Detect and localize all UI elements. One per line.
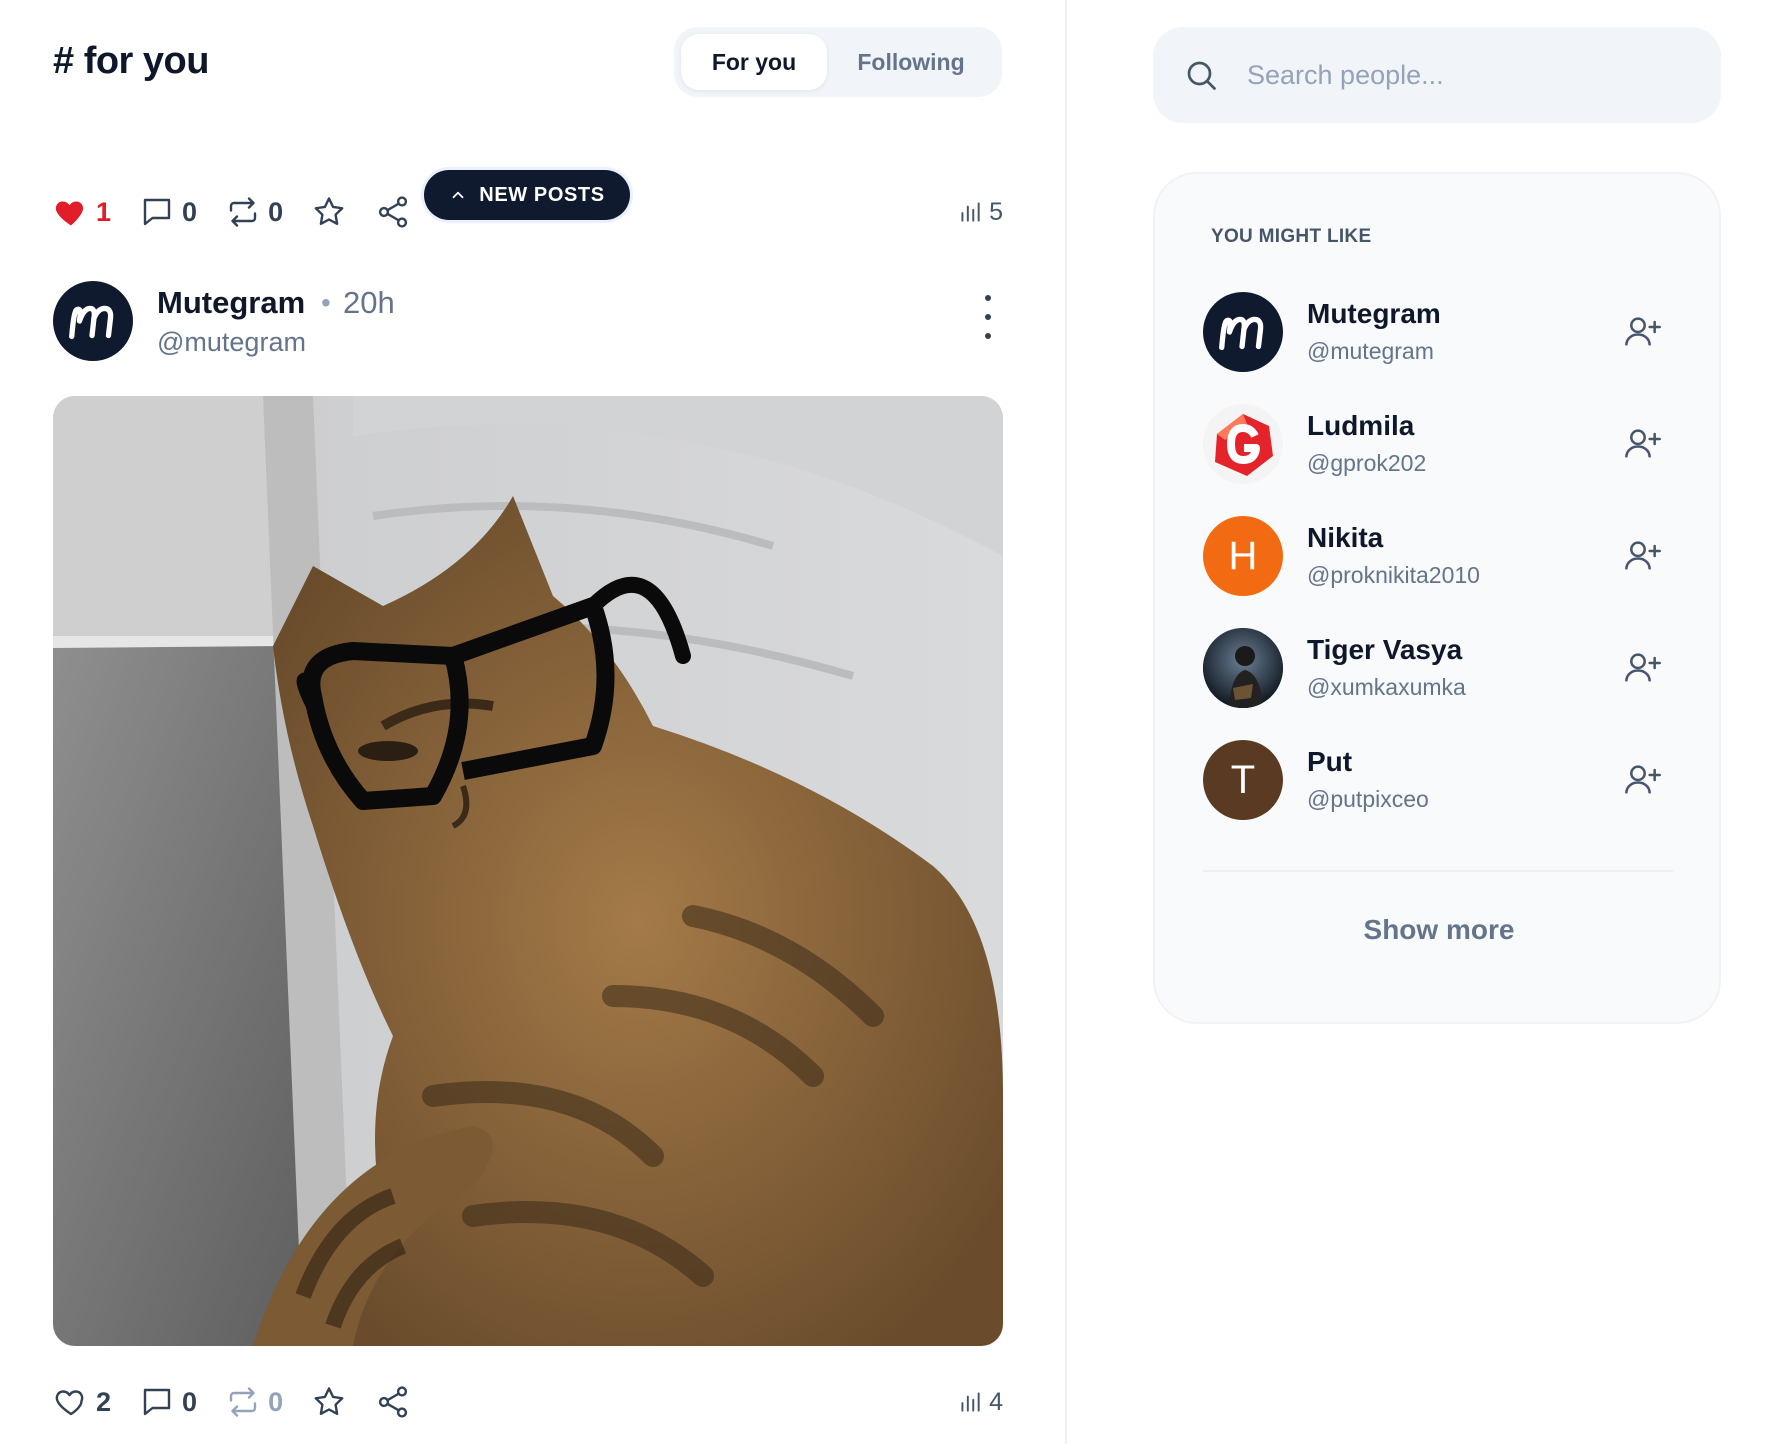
avatar: T xyxy=(1203,740,1283,820)
comment-button[interactable]: 0 xyxy=(139,1384,197,1420)
avatar xyxy=(1203,292,1283,372)
user-plus-icon xyxy=(1625,653,1661,682)
comment-count: 0 xyxy=(182,196,198,227)
follow-button[interactable] xyxy=(1623,424,1663,464)
search-box xyxy=(1153,27,1721,123)
comment-icon xyxy=(143,1388,171,1416)
g-logo-icon xyxy=(1203,404,1283,484)
avatar-letter: T xyxy=(1230,757,1256,802)
post-time: 20h xyxy=(343,285,395,320)
user-plus-icon xyxy=(1625,765,1661,794)
bookmark-button[interactable] xyxy=(311,1384,347,1420)
comment-button[interactable]: 0 xyxy=(139,194,197,230)
mutegram-logo-icon xyxy=(69,305,114,340)
feed-column: # for you For you Following 1 0 0 5 NEW … xyxy=(0,0,1067,1444)
person-name: Nikita xyxy=(1307,522,1384,553)
heart-filled-icon xyxy=(55,201,84,226)
like-count: 1 xyxy=(96,196,112,227)
dot xyxy=(985,333,991,339)
dot xyxy=(985,314,991,320)
search-input[interactable] xyxy=(1247,59,1687,91)
new-posts-label: NEW POSTS xyxy=(479,183,605,206)
view-count-value: 4 xyxy=(989,1387,1003,1416)
like-count: 2 xyxy=(96,1386,112,1417)
suggested-person[interactable]: Tiger Vasya @xumkaxumka xyxy=(1203,628,1663,708)
repost-count: 0 xyxy=(268,196,284,227)
avatar-letter: H xyxy=(1228,533,1258,578)
share-button[interactable] xyxy=(375,194,411,230)
bar-chart-icon xyxy=(961,202,980,222)
person-name: Mutegram xyxy=(1307,298,1441,329)
person-name: Tiger Vasya xyxy=(1307,634,1463,665)
page-title: # for you xyxy=(53,40,209,82)
tab-following[interactable]: Following xyxy=(827,34,995,90)
tab-for-you[interactable]: For you xyxy=(681,34,827,90)
mutegram-logo-icon xyxy=(1219,316,1264,351)
share-icon xyxy=(378,196,408,228)
follow-button[interactable] xyxy=(1623,312,1663,352)
view-count-value: 5 xyxy=(989,197,1003,226)
avatar xyxy=(1203,628,1283,708)
photo-avatar xyxy=(1203,628,1283,708)
bookmark-button[interactable] xyxy=(311,194,347,230)
user-plus-icon xyxy=(1625,541,1661,570)
suggested-person[interactable]: T Put @putpixceo xyxy=(1203,740,1663,820)
person-handle: @proknikita2010 xyxy=(1307,562,1480,588)
feed-tabs: For you Following xyxy=(674,27,1002,97)
search-icon xyxy=(1187,61,1216,90)
repost-count: 0 xyxy=(268,1386,284,1417)
follow-button[interactable] xyxy=(1623,760,1663,800)
post-image[interactable] xyxy=(53,396,1003,1346)
person-handle: @gprok202 xyxy=(1307,450,1427,476)
suggested-person[interactable]: Mutegram @mutegram xyxy=(1203,292,1663,372)
suggestions-panel: YOU MIGHT LIKE Mutegram @mutegram Ludmil… xyxy=(1153,172,1721,1024)
person-handle: @mutegram xyxy=(1307,338,1434,364)
follow-button[interactable] xyxy=(1623,536,1663,576)
post-header: Mutegram • 20h @mutegram xyxy=(53,281,1003,361)
avatar xyxy=(1203,404,1283,484)
new-posts-button[interactable]: NEW POSTS xyxy=(424,170,630,220)
repost-icon xyxy=(229,197,257,227)
heart-icon xyxy=(55,1390,84,1416)
author-handle[interactable]: @mutegram xyxy=(157,327,306,358)
comment-count: 0 xyxy=(182,1386,198,1417)
person-handle: @xumkaxumka xyxy=(1307,674,1466,700)
view-count: 4 xyxy=(957,1382,1003,1422)
chevron-up-icon xyxy=(452,191,464,199)
author-name[interactable]: Mutegram xyxy=(157,285,305,321)
post-actions: 2 0 0 4 xyxy=(53,1382,1003,1422)
repost-icon xyxy=(229,1387,257,1417)
divider xyxy=(1203,870,1673,872)
star-icon xyxy=(314,197,344,226)
follow-button[interactable] xyxy=(1623,648,1663,688)
person-name: Ludmila xyxy=(1307,410,1415,441)
suggested-person[interactable]: H Nikita @proknikita2010 xyxy=(1203,516,1663,596)
avatar: H xyxy=(1203,516,1283,596)
suggestions-title: YOU MIGHT LIKE xyxy=(1211,226,1372,247)
repost-button[interactable]: 0 xyxy=(225,1384,283,1420)
cat-photo xyxy=(53,396,1003,1346)
comment-icon xyxy=(143,198,171,226)
dot xyxy=(985,295,991,301)
user-plus-icon xyxy=(1625,429,1661,458)
bar-chart-icon xyxy=(961,1392,980,1412)
view-count: 5 xyxy=(957,192,1003,232)
person-name: Put xyxy=(1307,746,1353,777)
suggested-person[interactable]: Ludmila @gprok202 xyxy=(1203,404,1663,484)
share-button[interactable] xyxy=(375,1384,411,1420)
person-handle: @putpixceo xyxy=(1307,786,1429,812)
share-icon xyxy=(378,1386,408,1418)
star-icon xyxy=(314,1387,344,1416)
more-options-button[interactable] xyxy=(973,295,1003,339)
show-more-button[interactable]: Show more xyxy=(1155,914,1723,946)
repost-button[interactable]: 0 xyxy=(225,194,283,230)
like-button[interactable]: 1 xyxy=(53,194,111,230)
user-plus-icon xyxy=(1625,317,1661,346)
separator-dot: • xyxy=(321,287,331,318)
author-avatar[interactable] xyxy=(53,281,133,361)
like-button[interactable]: 2 xyxy=(53,1384,111,1420)
